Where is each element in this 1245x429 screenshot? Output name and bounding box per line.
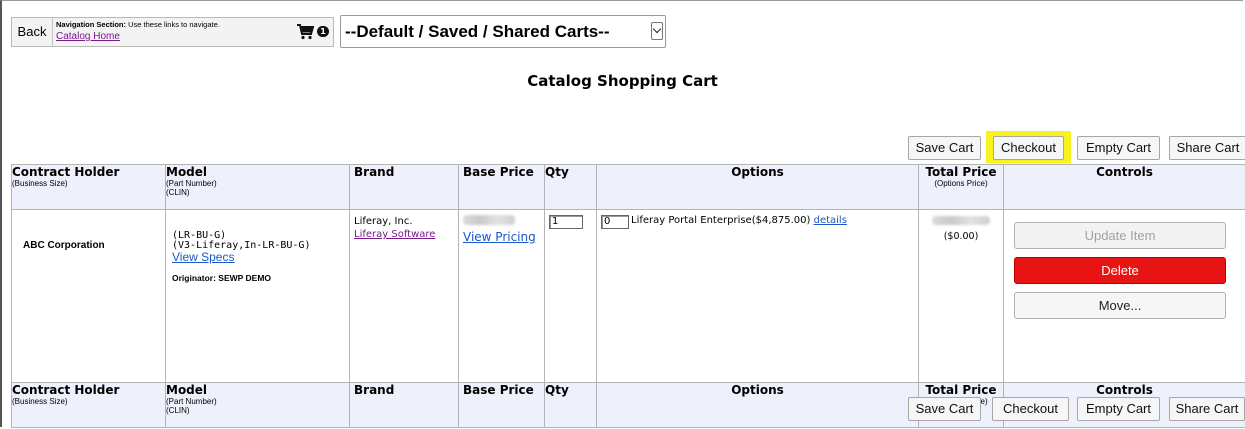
page-title: Catalog Shopping Cart bbox=[527, 72, 718, 90]
col-options: Options bbox=[596, 164, 919, 210]
carts-select[interactable]: --Default / Saved / Shared Carts-- bbox=[340, 15, 666, 48]
empty-cart-button[interactable]: Empty Cart bbox=[1077, 136, 1160, 160]
col-total-price: Total Price(Options Price) bbox=[918, 164, 1004, 210]
total-price-cell: ($0.00) bbox=[918, 209, 1004, 383]
save-cart-button[interactable]: Save Cart bbox=[908, 136, 981, 160]
checkout-button[interactable]: Checkout bbox=[993, 136, 1064, 160]
shopping-cart-icon[interactable] bbox=[296, 24, 314, 40]
chevron-down-icon bbox=[651, 22, 663, 40]
controls-cell: Update Item Delete Move... bbox=[1003, 209, 1245, 383]
update-item-button[interactable]: Update Item bbox=[1014, 222, 1226, 249]
navigation-bar: Back Navigation Section: Use these links… bbox=[11, 17, 334, 47]
delete-button[interactable]: Delete bbox=[1014, 257, 1226, 284]
col-qty: Qty bbox=[544, 164, 597, 210]
col-contract-holder: Contract Holder (Business Size) bbox=[11, 164, 166, 210]
redacted-total-price bbox=[932, 216, 990, 225]
contract-holder-cell: ABC Corporation bbox=[11, 209, 166, 383]
col-model: Model (Part Number) (CLIN) bbox=[165, 382, 350, 428]
cart-table: Contract Holder (Business Size) Model (Par… bbox=[11, 164, 1245, 428]
options-cell: 0 Liferay Portal Enterprise($4,875.00) de… bbox=[596, 209, 919, 383]
checkout-button-bottom[interactable]: Checkout bbox=[992, 397, 1069, 421]
col-model: Model (Part Number) (CLIN) bbox=[165, 164, 350, 210]
col-base-price: Base Price bbox=[458, 382, 545, 428]
navigation-section-title: Navigation Section: bbox=[56, 20, 127, 29]
options-price: ($0.00) bbox=[943, 231, 979, 242]
table-row: ABC Corporation (LR-BU-G) (V3-Liferay,In… bbox=[11, 209, 1245, 383]
model-cell: (LR-BU-G) (V3-Liferay,In-LR-BU-G) View S… bbox=[165, 209, 350, 383]
navigation-section-hint: Use these links to navigate. bbox=[128, 20, 220, 29]
back-button[interactable]: Back bbox=[12, 18, 53, 46]
option-details-link[interactable]: details bbox=[814, 215, 847, 226]
col-brand: Brand bbox=[349, 382, 459, 428]
col-contract-holder: Contract Holder (Business Size) bbox=[11, 382, 166, 428]
empty-cart-button-bottom[interactable]: Empty Cart bbox=[1077, 397, 1160, 421]
catalog-home-link[interactable]: Catalog Home bbox=[56, 32, 286, 42]
qty-input[interactable]: 1 bbox=[549, 215, 583, 229]
base-price-cell: View Pricing bbox=[458, 209, 545, 383]
move-button[interactable]: Move... bbox=[1014, 292, 1226, 319]
option-text: Liferay Portal Enterprise($4,875.00) bbox=[631, 215, 811, 226]
carts-select-value: --Default / Saved / Shared Carts-- bbox=[345, 22, 610, 41]
redacted-base-price bbox=[463, 215, 515, 225]
col-controls: Controls bbox=[1003, 164, 1245, 210]
col-brand: Brand bbox=[349, 164, 459, 210]
originator: Originator: SEWP DEMO bbox=[172, 273, 272, 283]
table-header-row: Contract Holder (Business Size) Model (Par… bbox=[11, 164, 1245, 210]
option-qty-input[interactable]: 0 bbox=[601, 215, 629, 229]
qty-cell: 1 bbox=[544, 209, 597, 383]
view-specs-link[interactable]: View Specs bbox=[172, 251, 349, 263]
col-base-price: Base Price bbox=[458, 164, 545, 210]
share-cart-button-bottom[interactable]: Share Cart bbox=[1169, 397, 1245, 421]
brand-name: Liferay, Inc. bbox=[354, 216, 413, 227]
share-cart-button[interactable]: Share Cart bbox=[1169, 136, 1245, 160]
save-cart-button-bottom[interactable]: Save Cart bbox=[908, 397, 981, 421]
brand-link[interactable]: Liferay Software bbox=[354, 228, 458, 241]
cart-count-badge: 1 bbox=[317, 26, 329, 37]
navigation-section: Navigation Section: Use these links to n… bbox=[56, 20, 286, 46]
col-options: Options bbox=[596, 382, 919, 428]
view-pricing-link[interactable]: View Pricing bbox=[463, 230, 544, 244]
col-qty: Qty bbox=[544, 382, 597, 428]
brand-cell: Liferay, Inc. Liferay Software bbox=[349, 209, 459, 383]
